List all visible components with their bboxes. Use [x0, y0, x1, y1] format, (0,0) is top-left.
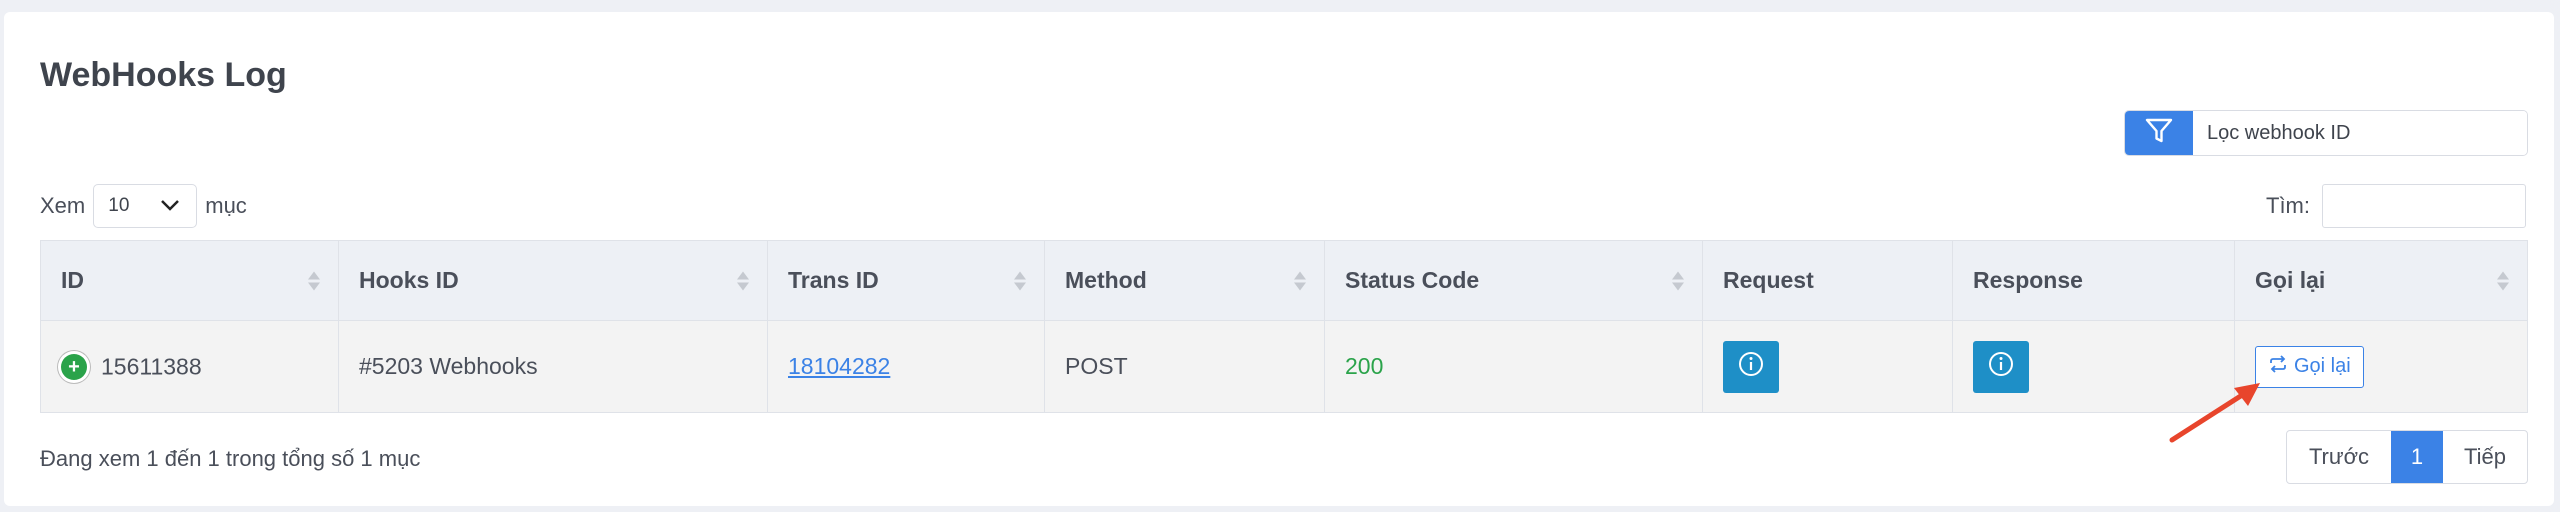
cell-id: +15611388 [40, 320, 339, 413]
page-length-select[interactable]: 10 [93, 184, 198, 228]
webhooks-card: WebHooks Log Xem 10 mục Tìm: ID Hooks ID… [4, 12, 2554, 506]
cell-hooks-id: #5203 Webhooks [338, 320, 768, 413]
retry-label: Gọi lại [2294, 355, 2351, 377]
cell-request [1702, 320, 1953, 413]
table-row: +15611388 #5203 Webhooks 18104282 POST 2… [40, 320, 2528, 413]
trans-id-link[interactable]: 18104282 [788, 353, 890, 379]
sort-icon [737, 271, 749, 290]
column-header-method[interactable]: Method [1044, 240, 1325, 321]
search-input[interactable] [2322, 184, 2526, 228]
column-header-trans-id[interactable]: Trans ID [767, 240, 1045, 321]
filter-icon [2144, 117, 2174, 150]
filter-group [2124, 110, 2528, 156]
column-header-id[interactable]: ID [40, 240, 339, 321]
table-header-row: ID Hooks ID Trans ID Method Status Code … [40, 240, 2528, 321]
info-icon [1988, 351, 2014, 383]
cell-status-code: 200 [1324, 320, 1703, 413]
column-header-hooks-id[interactable]: Hooks ID [338, 240, 768, 321]
cell-retry: Gọi lại [2234, 320, 2528, 413]
table-info: Đang xem 1 đến 1 trong tổng số 1 mục [40, 446, 421, 471]
column-header-response: Response [1952, 240, 2235, 321]
repeat-icon [2268, 354, 2288, 379]
search-label: Tìm: [2266, 193, 2310, 218]
sort-icon [1014, 271, 1026, 290]
page-title: WebHooks Log [40, 56, 287, 94]
pagination: Trước 1 Tiếp [2286, 430, 2528, 484]
table-search: Tìm: [2266, 184, 2526, 228]
expand-row-icon[interactable]: + [61, 354, 87, 381]
column-header-retry[interactable]: Gọi lại [2234, 240, 2528, 321]
column-header-status-code[interactable]: Status Code [1324, 240, 1703, 321]
pagination-page-current[interactable]: 1 [2391, 431, 2443, 483]
sort-icon [1672, 271, 1684, 290]
page-length-value: 10 [108, 195, 130, 216]
column-header-request: Request [1702, 240, 1953, 321]
sort-icon [1294, 271, 1306, 290]
info-icon [1738, 351, 1764, 383]
length-prefix: Xem [40, 193, 86, 218]
pagination-previous[interactable]: Trước [2287, 431, 2391, 483]
webhooks-table: ID Hooks ID Trans ID Method Status Code … [40, 240, 2528, 413]
length-suffix: mục [205, 193, 247, 218]
filter-button[interactable] [2125, 111, 2193, 155]
response-info-button[interactable] [1973, 340, 2029, 393]
cell-method: POST [1044, 320, 1325, 413]
webhook-id-filter-input[interactable] [2193, 111, 2527, 155]
sort-icon [2497, 271, 2509, 290]
page-length-control: Xem 10 mục [40, 184, 247, 228]
chevron-down-icon [160, 195, 180, 217]
request-info-button[interactable] [1723, 340, 1779, 393]
annotation-arrow-icon [2169, 383, 2260, 443]
pagination-next[interactable]: Tiếp [2443, 431, 2527, 483]
cell-trans-id: 18104282 [767, 320, 1045, 413]
sort-icon [308, 271, 320, 290]
